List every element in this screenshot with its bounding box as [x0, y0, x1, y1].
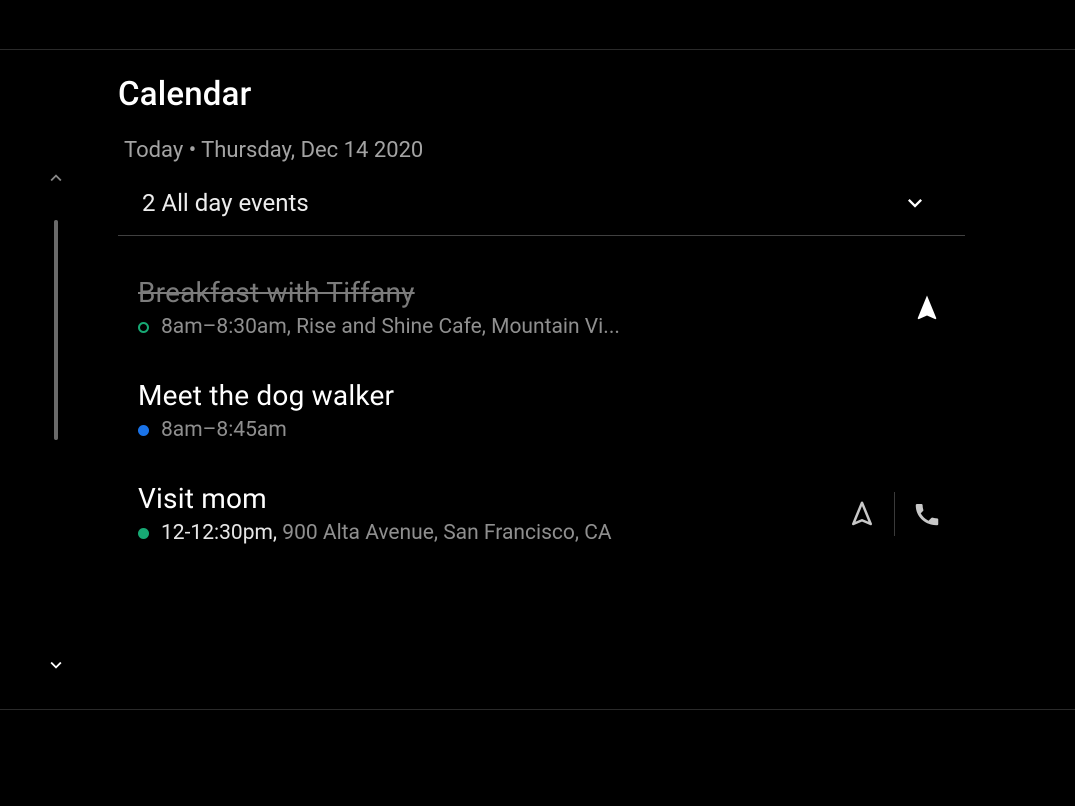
location-separator: , — [273, 521, 282, 545]
chevron-up-icon — [45, 167, 67, 189]
event-subtitle: 12-12:30pm , 900 Alta Avenue, San Franci… — [138, 521, 834, 545]
navigation-icon — [912, 293, 942, 323]
page-title: Calendar — [118, 75, 965, 114]
event-item[interactable]: Visit mom 12-12:30pm , 900 Alta Avenue, … — [138, 454, 965, 557]
event-title: Visit mom — [138, 482, 834, 515]
chevron-down-icon — [901, 189, 929, 217]
phone-icon — [912, 499, 942, 529]
scroll-indicator[interactable] — [54, 220, 58, 440]
event-item[interactable]: Breakfast with Tiffany 8am–8:30am , Rise… — [138, 248, 965, 351]
event-item[interactable]: Meet the dog walker 8am–8:45am — [138, 351, 965, 454]
event-subtitle: 8am–8:30am , Rise and Shine Cafe, Mounta… — [138, 315, 899, 339]
scroll-down-button[interactable] — [44, 653, 68, 677]
event-time: 8am–8:45am — [161, 418, 287, 442]
event-title: Meet the dog walker — [138, 379, 965, 412]
navigate-button[interactable] — [899, 280, 955, 336]
bottom-bar — [0, 710, 1075, 806]
event-actions — [834, 486, 955, 542]
calendar-color-dot — [138, 322, 149, 333]
event-title: Breakfast with Tiffany — [138, 276, 899, 309]
event-location: 900 Alta Avenue, San Francisco, CA — [282, 521, 611, 545]
navigate-button[interactable] — [834, 486, 890, 542]
event-body: Meet the dog walker 8am–8:45am — [138, 379, 965, 442]
expand-all-day-button[interactable] — [901, 189, 929, 217]
all-day-events-row[interactable]: 2 All day events — [118, 185, 965, 236]
event-location: Rise and Shine Cafe, Mountain Vi... — [296, 315, 620, 339]
location-separator: , — [287, 315, 296, 339]
event-time: 12-12:30pm — [161, 521, 273, 545]
main-content: Calendar Today • Thursday, Dec 14 2020 2… — [0, 50, 1075, 710]
action-divider — [894, 492, 895, 536]
content-column: Calendar Today • Thursday, Dec 14 2020 2… — [118, 75, 965, 557]
call-button[interactable] — [899, 486, 955, 542]
events-list: Breakfast with Tiffany 8am–8:30am , Rise… — [138, 248, 965, 557]
calendar-color-dot — [138, 528, 149, 539]
event-body: Visit mom 12-12:30pm , 900 Alta Avenue, … — [138, 482, 834, 545]
date-heading: Today • Thursday, Dec 14 2020 — [124, 138, 965, 163]
event-body: Breakfast with Tiffany 8am–8:30am , Rise… — [138, 276, 899, 339]
calendar-color-dot — [138, 425, 149, 436]
chevron-down-icon — [45, 654, 67, 676]
event-time: 8am–8:30am — [161, 315, 287, 339]
scroll-rail — [36, 50, 76, 709]
scroll-up-button[interactable] — [44, 166, 68, 190]
navigation-icon — [847, 499, 877, 529]
top-bar — [0, 0, 1075, 50]
event-subtitle: 8am–8:45am — [138, 418, 965, 442]
all-day-events-label: 2 All day events — [142, 189, 309, 217]
event-actions — [899, 280, 955, 336]
